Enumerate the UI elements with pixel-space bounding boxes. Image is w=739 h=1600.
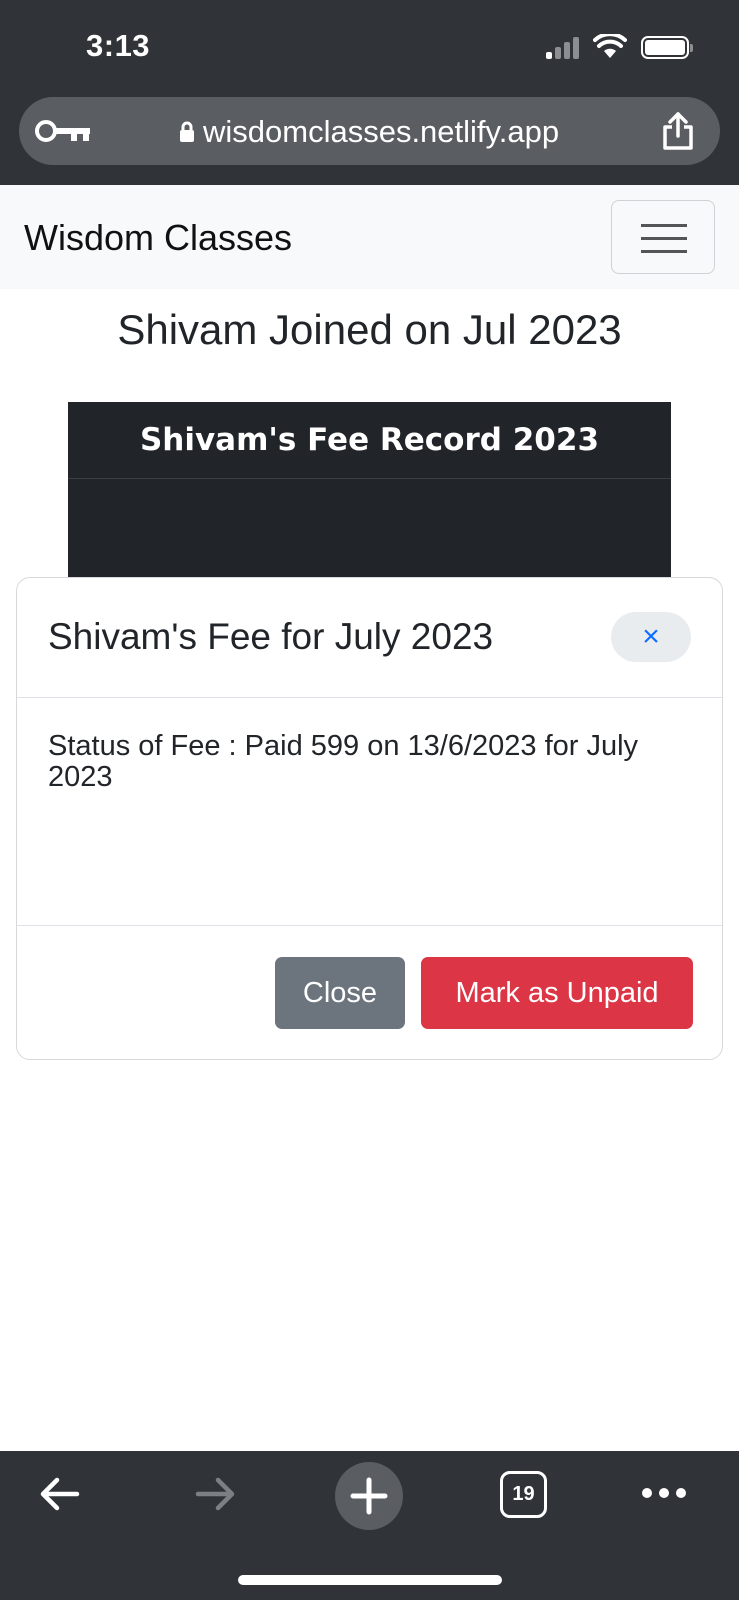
menu-toggle-button[interactable]: [611, 200, 715, 274]
battery-icon: [641, 35, 693, 59]
url-display[interactable]: wisdomclasses.netlify.app: [179, 114, 559, 150]
tabs-count-button[interactable]: 19: [500, 1471, 547, 1518]
fee-record-table: Shivam's Fee Record 2023: [68, 402, 671, 577]
fee-status-text: Status of Fee : Paid 599 on 13/6/2023 fo…: [48, 730, 639, 793]
status-icons: [546, 34, 693, 60]
plus-icon: [350, 1477, 388, 1515]
modal-header: Shivam's Fee for July 2023 ×: [17, 578, 722, 698]
modal-footer: Close Mark as Unpaid: [17, 925, 722, 1061]
url-text: wisdomclasses.netlify.app: [203, 114, 560, 149]
home-indicator: [238, 1575, 502, 1585]
status-time: 3:13: [86, 28, 151, 63]
back-arrow-icon[interactable]: [37, 1471, 83, 1517]
hamburger-icon: [641, 224, 687, 227]
share-icon[interactable]: [660, 111, 696, 151]
fee-modal: Shivam's Fee for July 2023 × Status of F…: [16, 577, 723, 1060]
cellular-signal-icon: [546, 35, 579, 59]
key-icon[interactable]: [33, 117, 95, 145]
fee-record-title: Shivam's Fee Record 2023: [68, 402, 671, 479]
wifi-icon: [593, 34, 627, 58]
modal-close-icon[interactable]: ×: [611, 612, 691, 662]
close-button[interactable]: Close: [275, 957, 405, 1029]
address-bar[interactable]: wisdomclasses.netlify.app: [19, 97, 720, 165]
mark-as-unpaid-button[interactable]: Mark as Unpaid: [421, 957, 693, 1029]
more-options-icon[interactable]: [641, 1481, 687, 1505]
new-tab-button[interactable]: [335, 1462, 403, 1530]
browser-top-chrome: 3:13 wisdomclasses.netlify.app: [0, 0, 739, 185]
phone-screen: 3:13 wisdomclasses.netlify.app Wisdom Cl…: [0, 0, 739, 1600]
forward-arrow-icon[interactable]: [192, 1471, 238, 1517]
modal-title: Shivam's Fee for July 2023: [48, 616, 494, 657]
page-heading: Shivam Joined on Jul 2023: [117, 306, 622, 353]
site-brand[interactable]: Wisdom Classes: [24, 217, 292, 259]
lock-icon: [180, 121, 194, 142]
